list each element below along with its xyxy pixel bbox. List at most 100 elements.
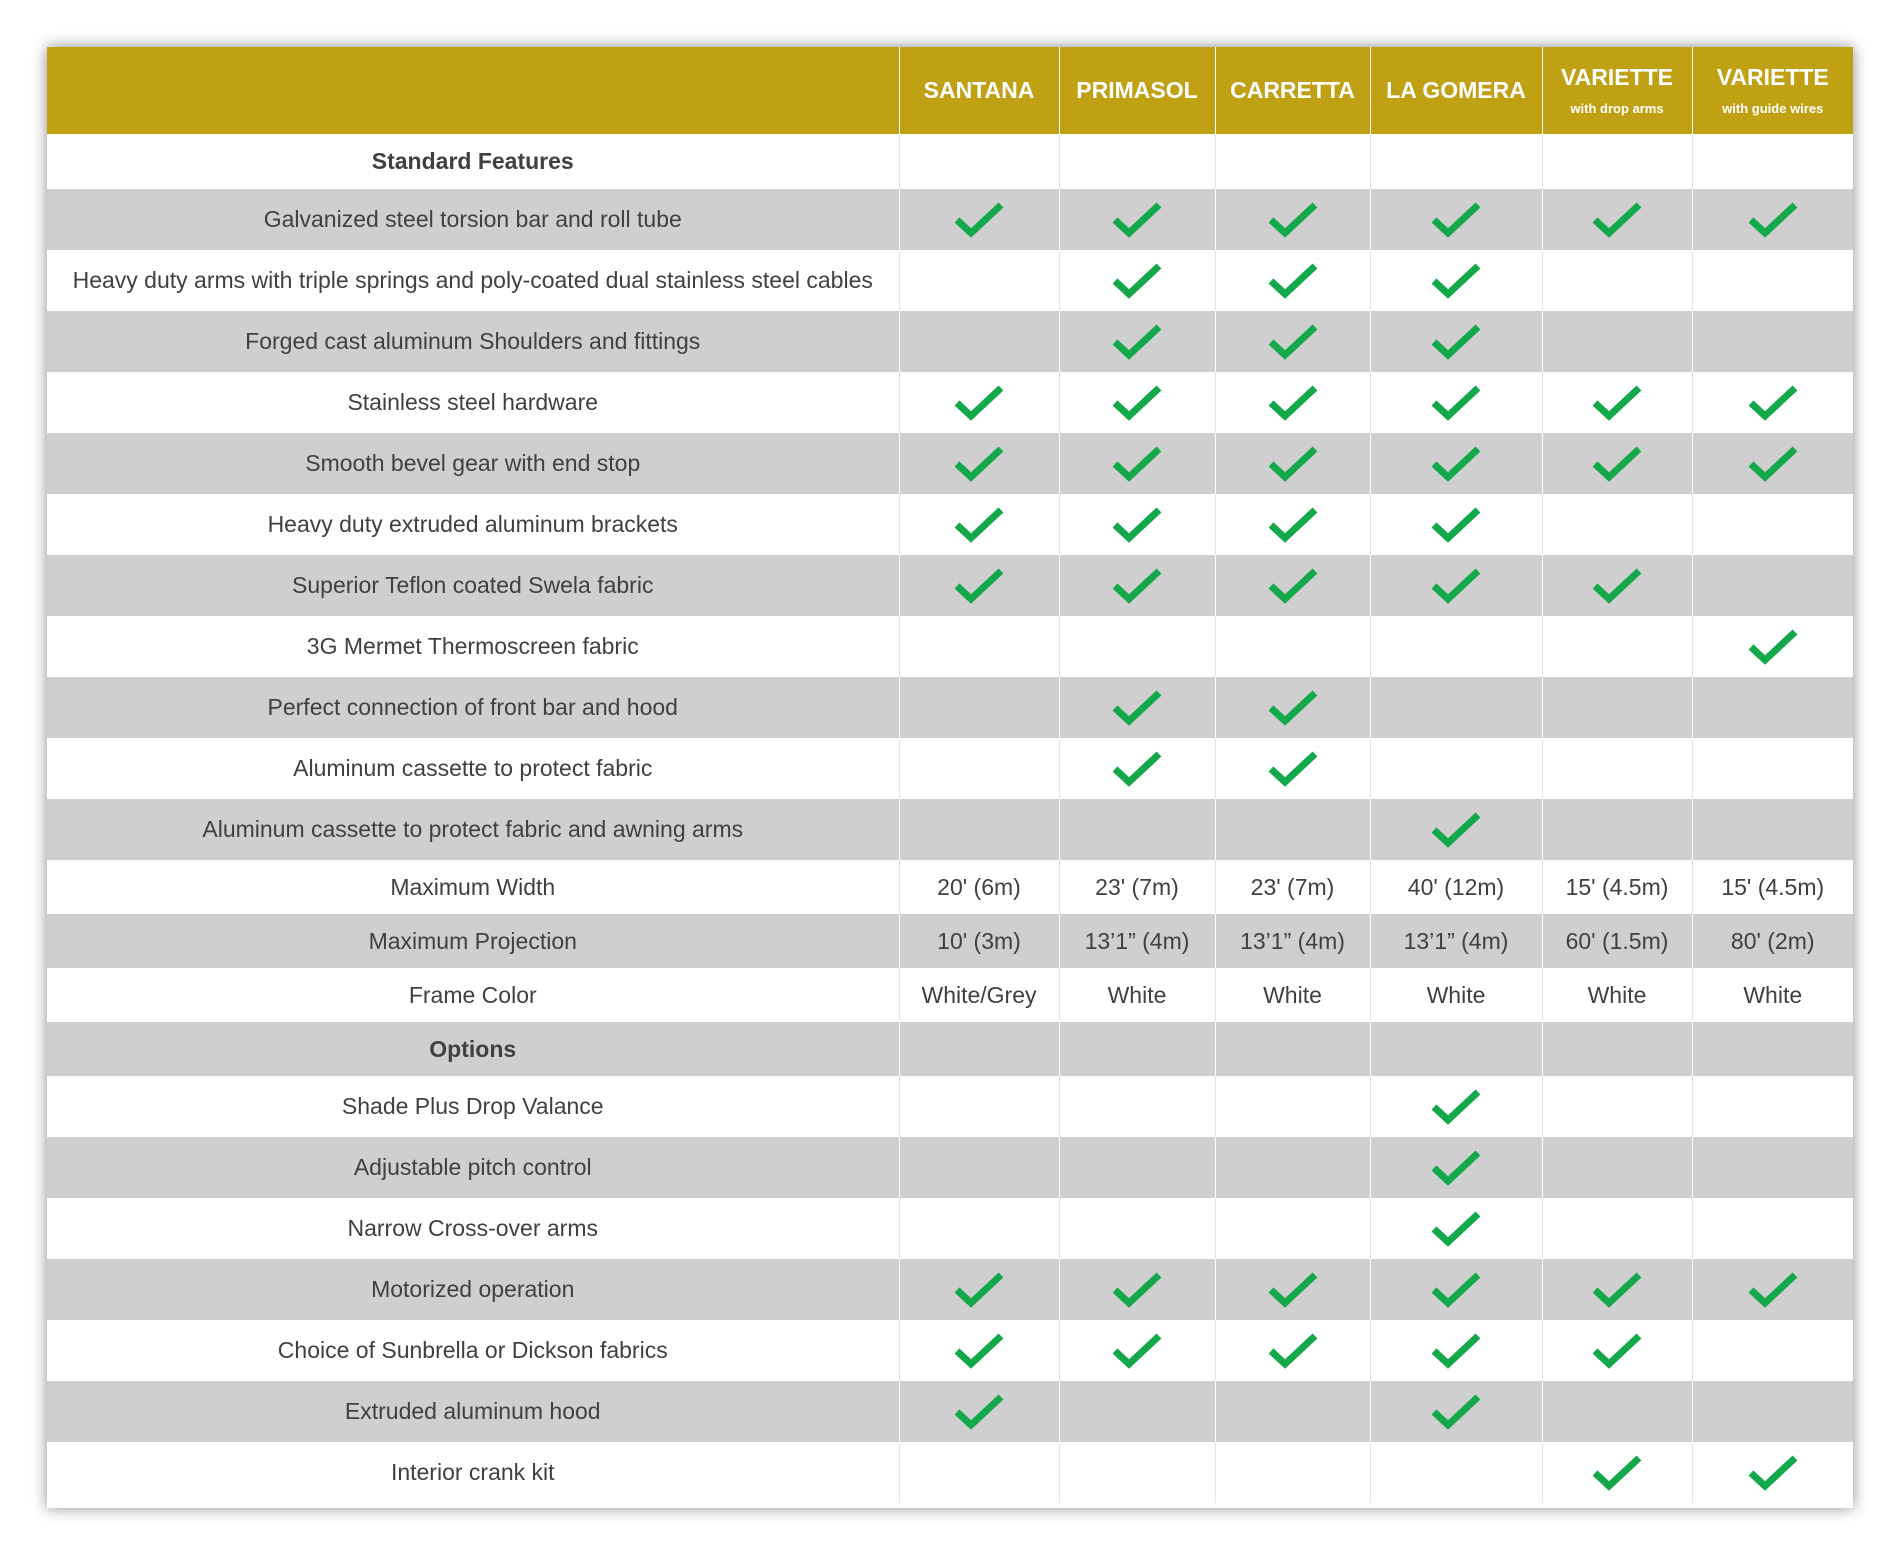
checkmark-icon [1112, 323, 1162, 360]
checkmark-icon [1268, 201, 1317, 238]
check-cell [898, 189, 1059, 250]
checkmark-icon [1592, 1454, 1642, 1491]
check-cell [898, 738, 1059, 799]
header-col-name: SANTANA [923, 76, 1035, 103]
checkmark-icon [1431, 506, 1481, 543]
checkmark-icon [1748, 628, 1798, 665]
check-cell [1214, 189, 1370, 250]
checkmark-icon [1112, 1332, 1162, 1369]
comparison-table: SANTANA PRIMASOL CARRETTA LA GOMERA VARI… [47, 47, 1853, 1503]
check-cell [1541, 677, 1692, 738]
check-cell [898, 616, 1059, 677]
check-cell [1214, 1320, 1370, 1381]
feature-label: Forged cast aluminum Shoulders and fitti… [47, 311, 899, 372]
checkmark-icon [1112, 384, 1162, 421]
check-cell [1058, 738, 1215, 799]
check-cell [1691, 1198, 1853, 1259]
feature-label: Frame Color [47, 968, 899, 1022]
checkmark-icon [1268, 689, 1317, 726]
feature-row: Narrow Cross-over arms [47, 1198, 1853, 1259]
check-cell [1058, 1320, 1215, 1381]
checkmark-icon [1748, 445, 1798, 482]
feature-row: Motorized operation [47, 1259, 1853, 1320]
value-cell: 15' (4.5m) [1541, 860, 1692, 914]
check-cell [1369, 1259, 1542, 1320]
check-cell [1369, 1320, 1542, 1381]
value-cell: White [1058, 968, 1215, 1022]
feature-label: Galvanized steel torsion bar and roll tu… [47, 189, 899, 250]
check-cell [1691, 433, 1853, 494]
checkmark-icon [1592, 201, 1642, 238]
check-cell [1214, 494, 1370, 555]
checkmark-icon [1431, 201, 1481, 238]
value-cell: 40' (12m) [1369, 860, 1542, 914]
feature-label: Interior crank kit [47, 1442, 899, 1503]
value-cell: 13’1” (4m) [1369, 914, 1542, 968]
feature-label: Maximum Width [47, 860, 899, 914]
check-cell [1214, 738, 1370, 799]
empty-cell [1058, 1022, 1215, 1076]
check-cell [1369, 1381, 1542, 1442]
feature-row: Galvanized steel torsion bar and roll tu… [47, 189, 1853, 250]
check-cell [1214, 250, 1370, 311]
header-row: SANTANA PRIMASOL CARRETTA LA GOMERA VARI… [47, 47, 1853, 134]
check-cell [1691, 799, 1853, 860]
check-cell [898, 1076, 1059, 1137]
checkmark-icon [1431, 567, 1481, 604]
feature-label: Shade Plus Drop Valance [47, 1076, 899, 1137]
feature-row: Interior crank kit [47, 1442, 1853, 1503]
checkmark-icon [954, 506, 1004, 543]
feature-row: Choice of Sunbrella or Dickson fabrics [47, 1320, 1853, 1381]
section-heading: Standard Features [47, 134, 899, 189]
feature-label: Smooth bevel gear with end stop [47, 433, 899, 494]
checkmark-icon [1431, 1210, 1481, 1247]
check-cell [1369, 1137, 1542, 1198]
check-cell [1691, 189, 1853, 250]
check-cell [1691, 250, 1853, 311]
checkmark-icon [1592, 567, 1642, 604]
check-cell [1058, 250, 1215, 311]
check-cell [1541, 372, 1692, 433]
checkmark-icon [954, 567, 1004, 604]
checkmark-icon [1748, 384, 1798, 421]
check-cell [1214, 1442, 1370, 1503]
check-cell [1214, 677, 1370, 738]
check-cell [1691, 1442, 1853, 1503]
check-cell [898, 1320, 1059, 1381]
value-cell: 80' (2m) [1691, 914, 1853, 968]
check-cell [1541, 799, 1692, 860]
check-cell [898, 677, 1059, 738]
check-cell [1691, 1320, 1853, 1381]
empty-cell [1369, 1022, 1542, 1076]
check-cell [898, 1259, 1059, 1320]
check-cell [1541, 1259, 1692, 1320]
feature-label: Adjustable pitch control [47, 1137, 899, 1198]
check-cell [1214, 1076, 1370, 1137]
checkmark-icon [1431, 262, 1481, 299]
value-cell: White [1369, 968, 1542, 1022]
checkmark-icon [1268, 750, 1317, 787]
empty-cell [1691, 134, 1853, 189]
check-cell [1691, 1076, 1853, 1137]
check-cell [898, 1442, 1059, 1503]
checkmark-icon [1268, 384, 1317, 421]
check-cell [1541, 250, 1692, 311]
header-col-carretta: CARRETTA [1214, 47, 1370, 134]
feature-label: Extruded aluminum hood [47, 1381, 899, 1442]
checkmark-icon [1748, 1271, 1798, 1308]
header-col-name: CARRETTA [1230, 76, 1355, 103]
feature-row: Heavy duty arms with triple springs and … [47, 250, 1853, 311]
checkmark-icon [1268, 567, 1317, 604]
check-cell [1369, 189, 1542, 250]
check-cell [898, 433, 1059, 494]
check-cell [1691, 1381, 1853, 1442]
checkmark-icon [1431, 1271, 1481, 1308]
feature-row: Aluminum cassette to protect fabric [47, 738, 1853, 799]
checkmark-icon [1431, 1149, 1481, 1186]
checkmark-icon [1112, 201, 1162, 238]
check-cell [1541, 189, 1692, 250]
value-cell: 23' (7m) [1058, 860, 1215, 914]
checkmark-icon [1268, 323, 1317, 360]
comparison-table-frame: SANTANA PRIMASOL CARRETTA LA GOMERA VARI… [47, 47, 1853, 1508]
check-cell [1541, 1320, 1692, 1381]
